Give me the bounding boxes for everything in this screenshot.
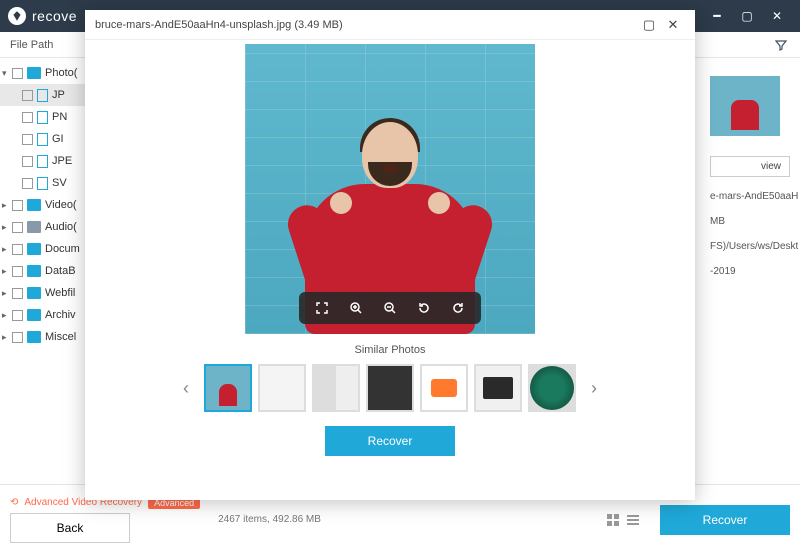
similar-thumb[interactable] bbox=[366, 364, 414, 412]
zoom-in-icon[interactable] bbox=[347, 299, 365, 317]
details-path: FS)/Users/ws/Deskt 85/Photos bbox=[710, 241, 790, 252]
minimize-button[interactable]: ━ bbox=[702, 4, 732, 28]
maximize-button[interactable]: ▢ bbox=[732, 4, 762, 28]
preview-header: bruce-mars-AndE50aaHn4-unsplash.jpg (3.4… bbox=[85, 10, 695, 40]
similar-thumb[interactable] bbox=[258, 364, 306, 412]
sidebar-item-database[interactable]: ▸DataB bbox=[0, 260, 94, 282]
details-date: -2019 bbox=[710, 266, 790, 277]
list-view-icon[interactable] bbox=[626, 513, 640, 527]
recover-button[interactable]: Recover bbox=[660, 505, 790, 535]
fullscreen-icon[interactable] bbox=[313, 299, 331, 317]
filter-icon[interactable] bbox=[772, 36, 790, 54]
sidebar-item-photo[interactable]: ▾Photo( bbox=[0, 62, 94, 84]
preview-image bbox=[245, 44, 535, 334]
sidebar-item-misc[interactable]: ▸Miscel bbox=[0, 326, 94, 348]
sidebar-item-jpeg[interactable]: JPE bbox=[0, 150, 94, 172]
preview-close-button[interactable]: ✕ bbox=[661, 15, 685, 35]
carousel-prev-icon[interactable]: ‹ bbox=[176, 368, 196, 408]
sidebar: ▾Photo( JP PN GI JPE SV ▸Video( ▸Audio( … bbox=[0, 58, 95, 484]
similar-thumb[interactable] bbox=[312, 364, 360, 412]
similar-photos-label: Similar Photos bbox=[355, 344, 426, 356]
preview-recover-button[interactable]: Recover bbox=[325, 426, 455, 456]
sidebar-item-jpg[interactable]: JP bbox=[0, 84, 94, 106]
app-logo bbox=[8, 7, 26, 25]
file-path-label: File Path bbox=[10, 39, 53, 51]
similar-thumb[interactable] bbox=[528, 364, 576, 412]
preview-body: Similar Photos ‹ › Recover bbox=[85, 40, 695, 500]
close-button[interactable]: ✕ bbox=[762, 4, 792, 28]
refresh-icon: ⟲ bbox=[10, 497, 18, 508]
similar-thumb[interactable] bbox=[204, 364, 252, 412]
view-mode-icons bbox=[606, 513, 640, 527]
preview-maximize-button[interactable]: ▢ bbox=[637, 15, 661, 35]
zoom-out-icon[interactable] bbox=[381, 299, 399, 317]
view-button[interactable]: view bbox=[710, 156, 790, 177]
status-text: 2467 items, 492.86 MB bbox=[218, 514, 321, 525]
sidebar-item-webfiles[interactable]: ▸Webfil bbox=[0, 282, 94, 304]
image-controls bbox=[299, 292, 481, 324]
sidebar-item-video[interactable]: ▸Video( bbox=[0, 194, 94, 216]
app-brand: recove bbox=[32, 8, 77, 24]
preview-filename: bruce-mars-AndE50aaHn4-unsplash.jpg (3.4… bbox=[95, 19, 343, 31]
sidebar-item-svg[interactable]: SV bbox=[0, 172, 94, 194]
sidebar-item-document[interactable]: ▸Docum bbox=[0, 238, 94, 260]
similar-thumb[interactable] bbox=[474, 364, 522, 412]
similar-carousel: ‹ › bbox=[176, 364, 604, 412]
rotate-left-icon[interactable] bbox=[415, 299, 433, 317]
grid-view-icon[interactable] bbox=[606, 513, 620, 527]
sidebar-item-archive[interactable]: ▸Archiv bbox=[0, 304, 94, 326]
details-panel: view e-mars-AndE50aaH nsplash.jpg MB FS)… bbox=[700, 58, 800, 484]
rotate-right-icon[interactable] bbox=[449, 299, 467, 317]
carousel-next-icon[interactable]: › bbox=[584, 368, 604, 408]
sidebar-item-png[interactable]: PN bbox=[0, 106, 94, 128]
preview-modal: bruce-mars-AndE50aaHn4-unsplash.jpg (3.4… bbox=[85, 10, 695, 500]
details-filename: e-mars-AndE50aaH nsplash.jpg bbox=[710, 191, 790, 202]
details-size: MB bbox=[710, 216, 790, 227]
similar-thumb[interactable] bbox=[420, 364, 468, 412]
sidebar-item-gif[interactable]: GI bbox=[0, 128, 94, 150]
sidebar-item-audio[interactable]: ▸Audio( bbox=[0, 216, 94, 238]
details-thumbnail bbox=[710, 76, 780, 136]
back-button[interactable]: Back bbox=[10, 513, 130, 543]
